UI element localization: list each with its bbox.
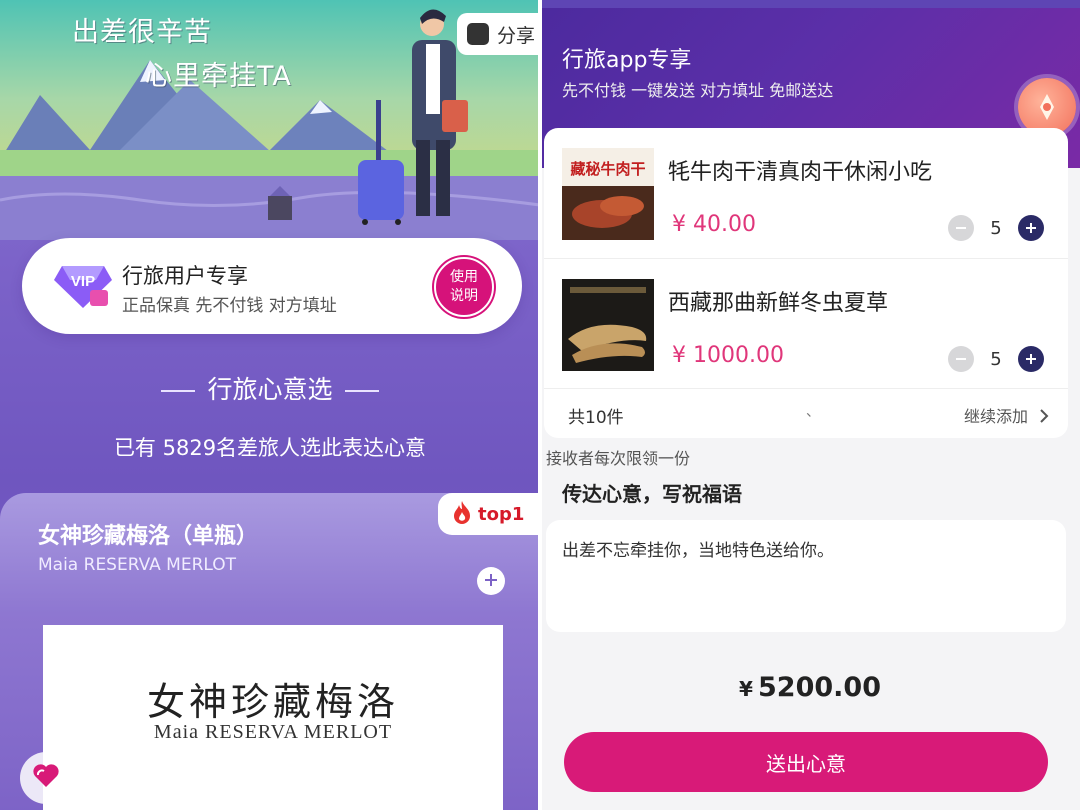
receiver-limit-note: 接收者每次限领一份	[546, 449, 691, 468]
item-thumbnail-beef: 藏秘牛肉干	[562, 148, 654, 240]
total-amount: 5200.00	[758, 672, 881, 703]
header-subtitle: 先不付钱 一键发送 对方填址 免邮送达	[562, 81, 834, 100]
vip-card: VIP 行旅用户专享 正品保真 先不付钱 对方填址 使用 说明	[22, 238, 522, 334]
help-label-line2: 说明	[450, 288, 478, 304]
send-gift-button[interactable]: 送出心意	[564, 732, 1048, 792]
message-section-title: 传达心意，写祝福语	[562, 482, 742, 506]
hero-slogan-line2: 心里牵挂TA	[145, 61, 292, 92]
chevron-right-icon	[1040, 409, 1049, 423]
product-image-title: 女神珍藏梅洛	[146, 680, 399, 724]
quantity-value: 5	[990, 217, 1002, 239]
cart-item: 西藏那曲新鲜冬虫夏草 ¥ 1000.00 5	[544, 258, 1068, 388]
section-title-text: 行旅心意选	[207, 375, 333, 404]
section-title: 行旅心意选	[0, 370, 540, 406]
vip-subtitle: 正品保真 先不付钱 对方填址	[122, 296, 337, 316]
cart-separator: 、	[806, 404, 820, 420]
plus-icon	[1026, 354, 1036, 364]
increase-quantity-button[interactable]	[1018, 215, 1044, 241]
blessing-message-input[interactable]: 出差不忘牵挂你，当地特色送给你。	[546, 520, 1066, 632]
share-button[interactable]: 分享	[457, 13, 540, 55]
cart-total-count: 共10件	[568, 408, 624, 428]
vip-title: 行旅用户专享	[122, 264, 248, 288]
cart-footer: 共10件 、 继续添加	[544, 388, 1068, 438]
heart-icon	[32, 763, 60, 793]
hero-banner: 出差很辛苦 心里牵挂TA 分享	[0, 0, 540, 240]
quantity-stepper: 5	[948, 214, 1044, 242]
title-dash-right	[344, 390, 379, 392]
decrease-quantity-button[interactable]	[948, 346, 974, 372]
plus-icon	[484, 572, 498, 591]
plus-icon	[1026, 223, 1036, 233]
product-card[interactable]: top1 女神珍藏梅洛（单瓶） Maia RESERVA MERLOT 女神珍藏…	[0, 493, 540, 810]
thumbnail-label: 藏秘牛肉干	[570, 160, 645, 178]
item-name: 西藏那曲新鲜冬虫夏草	[668, 291, 889, 316]
currency-symbol: ¥	[739, 677, 753, 701]
header-title: 行旅app专享	[562, 48, 692, 73]
continue-adding-label: 继续添加	[964, 407, 1029, 426]
product-image-subtitle: Maia RESERVA MERLOT	[153, 721, 393, 743]
header-top-strip	[540, 0, 1080, 8]
item-thumbnail-cordyceps	[562, 279, 654, 371]
cart-item: 藏秘牛肉干 牦牛肉干清真肉干休闲小吃 ¥ 40.00 5	[544, 128, 1068, 258]
fire-icon	[452, 500, 472, 528]
vip-badge-icon: VIP	[52, 260, 114, 316]
usage-help-button[interactable]: 使用 说明	[434, 257, 494, 317]
product-name-en: Maia RESERVA MERLOT	[38, 555, 237, 575]
product-name: 女神珍藏梅洛（单瓶）	[38, 524, 259, 549]
continue-adding-link[interactable]: 继续添加	[964, 403, 1049, 427]
rank-badge-label: top1	[478, 503, 525, 525]
panel-divider	[538, 0, 542, 810]
hero-slogan-line1: 出差很辛苦	[72, 17, 212, 48]
item-name: 牦牛肉干清真肉干休闲小吃	[668, 160, 933, 185]
add-product-button[interactable]	[477, 567, 505, 595]
item-price: ¥ 40.00	[672, 212, 756, 237]
minus-icon	[956, 227, 966, 229]
share-icon	[460, 15, 489, 45]
share-label: 分享	[497, 24, 536, 47]
cart-card: 藏秘牛肉干 牦牛肉干清真肉干休闲小吃 ¥ 40.00 5 西藏那曲新鲜冬虫夏草 …	[544, 128, 1068, 438]
rank-badge: top1	[438, 493, 540, 535]
title-dash-left	[161, 390, 196, 392]
left-panel: 出差很辛苦 心里牵挂TA 分享 VIP 行旅用户专享 正品保真 先不付钱 对方填…	[0, 0, 540, 810]
increase-quantity-button[interactable]	[1018, 346, 1044, 372]
quantity-value: 5	[990, 348, 1002, 370]
selection-count: 已有 5829名差旅人选此表达心意	[113, 436, 427, 460]
vip-badge-text: VIP	[71, 273, 95, 290]
decrease-quantity-button[interactable]	[948, 215, 974, 241]
product-image: 女神珍藏梅洛 Maia RESERVA MERLOT	[43, 625, 503, 810]
right-panel: 行旅app专享 先不付钱 一键发送 对方填址 免邮送达 藏秘牛肉干 牦牛肉干清真…	[540, 0, 1080, 810]
minus-icon	[956, 358, 966, 360]
quantity-stepper: 5	[948, 345, 1044, 373]
favorite-button[interactable]	[20, 752, 72, 804]
help-label-line1: 使用	[450, 269, 478, 285]
item-price: ¥ 1000.00	[672, 343, 784, 368]
order-total: ¥ 5200.00	[540, 672, 1080, 703]
